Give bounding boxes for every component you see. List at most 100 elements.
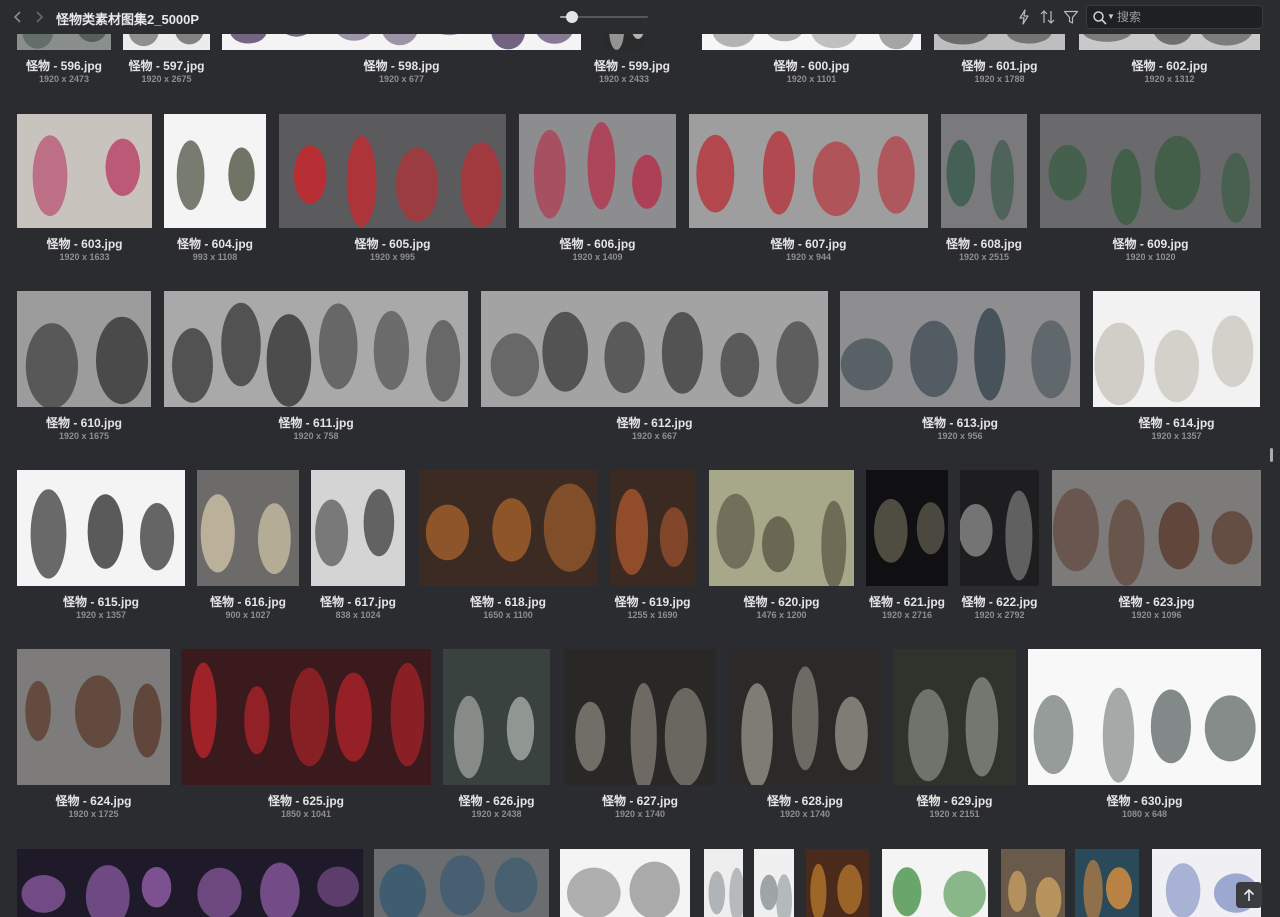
thumbnail[interactable] (17, 34, 111, 50)
thumbnail[interactable] (164, 114, 266, 228)
thumbnail[interactable] (443, 649, 550, 785)
search-input[interactable] (1117, 8, 1257, 26)
thumbnail[interactable] (702, 34, 921, 50)
file-name[interactable]: 怪物 - 601.jpg (924, 57, 1075, 74)
file-name[interactable]: 怪物 - 608.jpg (931, 235, 1037, 252)
file-name[interactable]: 怪物 - 605.jpg (269, 235, 516, 252)
thumbnail[interactable] (1040, 114, 1261, 228)
file-name[interactable]: 怪物 - 624.jpg (7, 792, 180, 809)
file-name[interactable]: 怪物 - 606.jpg (509, 235, 686, 252)
file-name[interactable]: 怪物 - 613.jpg (830, 414, 1090, 431)
thumbnail[interactable] (564, 649, 716, 785)
file-name[interactable]: 怪物 - 618.jpg (409, 593, 607, 610)
file-name[interactable]: 怪物 - 628.jpg (719, 792, 891, 809)
file-name[interactable]: 怪物 - 600.jpg (692, 57, 931, 74)
thumbnail[interactable] (481, 291, 828, 407)
thumbnail[interactable] (866, 470, 948, 586)
file-name[interactable]: 怪物 - 609.jpg (1030, 235, 1271, 252)
thumbnail[interactable] (311, 470, 405, 586)
file-name[interactable]: 怪物 - 611.jpg (154, 414, 478, 431)
back-button[interactable] (10, 8, 26, 26)
thumbnail[interactable] (704, 849, 743, 917)
thumbnail[interactable] (1001, 849, 1065, 917)
file-name[interactable]: 怪物 - 602.jpg (1069, 57, 1270, 74)
artwork-figure (439, 855, 485, 916)
file-name[interactable]: 怪物 - 630.jpg (1018, 792, 1271, 809)
chevron-down-icon[interactable]: ▼ (1107, 11, 1115, 23)
file-name[interactable]: 怪物 - 626.jpg (433, 792, 560, 809)
artwork-figure (892, 867, 922, 917)
thumbnail-image (704, 849, 743, 917)
file-name[interactable]: 怪物 - 599.jpg (594, 57, 670, 74)
thumbnail[interactable] (1028, 649, 1261, 785)
thumbnail[interactable] (17, 114, 152, 228)
thumbnail[interactable] (374, 849, 549, 917)
thumbnail[interactable] (519, 114, 676, 228)
thumbnail[interactable] (17, 291, 151, 407)
file-name[interactable]: 怪物 - 596.jpg (7, 57, 121, 74)
thumbnail[interactable] (1093, 291, 1260, 407)
thumbnail[interactable] (17, 649, 170, 785)
thumbnail[interactable] (197, 470, 299, 586)
file-name[interactable]: 怪物 - 597.jpg (113, 57, 220, 74)
thumbnail[interactable] (164, 291, 468, 407)
file-name[interactable]: 怪物 - 623.jpg (1042, 593, 1271, 610)
search-box[interactable]: ▼ (1086, 5, 1263, 29)
thumbnail[interactable] (941, 114, 1027, 228)
file-name[interactable]: 怪物 - 621.jpg (856, 593, 958, 610)
thumbnail[interactable] (419, 470, 597, 586)
file-name[interactable]: 怪物 - 612.jpg (471, 414, 838, 431)
scroll-to-top-button[interactable] (1236, 882, 1262, 908)
thumbnail-image (729, 649, 881, 785)
file-name[interactable]: 怪物 - 625.jpg (171, 792, 441, 809)
thumbnail[interactable] (882, 849, 988, 917)
file-name[interactable]: 怪物 - 617.jpg (301, 593, 415, 610)
thumbnail-image (1052, 470, 1261, 586)
zoom-slider-thumb[interactable] (566, 11, 579, 23)
thumbnail[interactable] (893, 649, 1016, 785)
file-name[interactable]: 怪物 - 614.jpg (1083, 414, 1270, 431)
thumbnail[interactable] (1075, 849, 1139, 917)
thumbnail[interactable] (279, 114, 506, 228)
thumbnail[interactable] (689, 114, 928, 228)
file-name[interactable]: 怪物 - 619.jpg (600, 593, 705, 610)
file-name[interactable]: 怪物 - 603.jpg (7, 235, 162, 252)
file-name[interactable]: 怪物 - 604.jpg (154, 235, 276, 252)
artwork-figure (760, 874, 778, 911)
file-name[interactable]: 怪物 - 620.jpg (699, 593, 864, 610)
thumbnail[interactable] (1079, 34, 1260, 50)
thumbnail[interactable] (806, 849, 869, 917)
file-name[interactable]: 怪物 - 607.jpg (679, 235, 938, 252)
thumbnail[interactable] (1052, 470, 1261, 586)
thumbnail[interactable] (754, 849, 794, 917)
file-name[interactable]: 怪物 - 629.jpg (883, 792, 1026, 809)
zoom-slider[interactable] (560, 10, 648, 24)
file-name[interactable]: 怪物 - 627.jpg (554, 792, 726, 809)
thumbnail[interactable] (222, 34, 581, 50)
thumbnail[interactable] (181, 649, 431, 785)
thumbnail[interactable] (729, 649, 881, 785)
scrollbar-thumb[interactable] (1270, 448, 1273, 462)
forward-button[interactable] (31, 8, 47, 26)
thumbnail[interactable] (560, 849, 690, 917)
file-name[interactable]: 怪物 - 610.jpg (7, 414, 161, 431)
thumbnail[interactable] (610, 470, 695, 586)
thumbnail[interactable] (960, 470, 1039, 586)
file-name[interactable]: 怪物 - 598.jpg (212, 57, 591, 74)
sort-button[interactable] (1039, 8, 1057, 26)
artwork-figure (965, 677, 999, 777)
thumbnail[interactable] (604, 34, 644, 50)
thumbnail[interactable] (934, 34, 1065, 50)
thumbnail[interactable] (17, 470, 185, 586)
file-name[interactable]: 怪物 - 615.jpg (7, 593, 195, 610)
filter-button[interactable] (1062, 8, 1080, 26)
lightning-button[interactable] (1015, 8, 1033, 26)
file-name[interactable]: 怪物 - 622.jpg (950, 593, 1049, 610)
file-dimensions: 838 x 1024 (335, 610, 381, 620)
file-dimensions: 1920 x 1101 (786, 74, 837, 84)
thumbnail[interactable] (17, 849, 363, 917)
thumbnail[interactable] (123, 34, 210, 50)
thumbnail[interactable] (709, 470, 854, 586)
thumbnail[interactable] (840, 291, 1080, 407)
file-name[interactable]: 怪物 - 616.jpg (187, 593, 309, 610)
